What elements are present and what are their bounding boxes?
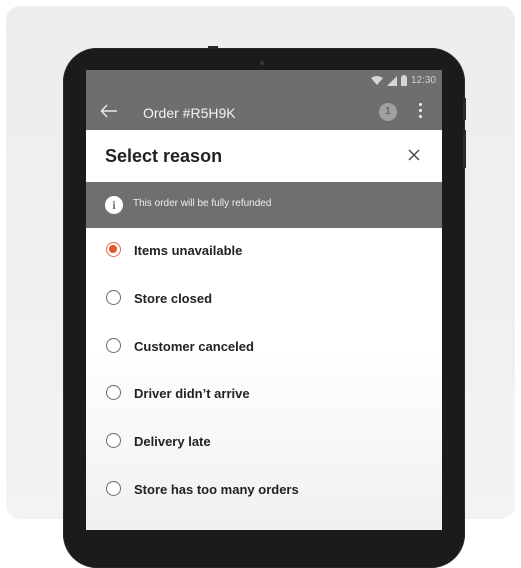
device-volume-up-button	[463, 98, 466, 120]
page-title: Order #R5H9K	[143, 105, 236, 121]
refund-notice: i This order will be fully refunded	[86, 182, 442, 228]
arrow-left-icon[interactable]	[100, 103, 118, 121]
radio-button-selected[interactable]	[106, 242, 121, 257]
camera-dot	[260, 61, 264, 65]
more-vertical-icon[interactable]	[415, 101, 425, 121]
radio-button[interactable]	[106, 433, 121, 448]
sheet-title: Select reason	[105, 146, 223, 166]
notification-badge[interactable]: 1	[379, 103, 397, 121]
notice-text: This order will be fully refunded	[133, 198, 272, 209]
radio-button[interactable]	[106, 338, 121, 353]
option-items-unavailable[interactable]: Items unavailable	[86, 228, 442, 276]
radio-button[interactable]	[106, 290, 121, 305]
option-store-too-many-orders[interactable]: Store has too many orders	[86, 467, 442, 515]
option-driver-didnt-arrive[interactable]: Driver didn’t arrive	[86, 371, 442, 419]
signal-icon	[386, 75, 397, 86]
option-label: Delivery late	[134, 434, 211, 449]
wifi-icon	[370, 75, 383, 85]
close-icon[interactable]	[404, 145, 424, 165]
radio-button[interactable]	[106, 481, 121, 496]
radio-button[interactable]	[106, 385, 121, 400]
option-delivery-late[interactable]: Delivery late	[86, 419, 442, 467]
option-customer-canceled[interactable]: Customer canceled	[86, 324, 442, 372]
option-store-closed[interactable]: Store closed	[86, 276, 442, 324]
option-label: Store closed	[134, 291, 213, 306]
status-bar: 12:30	[86, 70, 442, 92]
option-label: Items unavailable	[134, 243, 243, 258]
option-label: Store has too many orders	[134, 482, 299, 497]
device-screen: 12:30 Order #R5H9K 1 Select reason i Thi…	[86, 70, 442, 530]
device-volume-down-button	[463, 130, 466, 168]
reason-sheet: Select reason i This order will be fully…	[86, 130, 442, 530]
option-label: Customer canceled	[134, 339, 254, 354]
info-icon: i	[105, 196, 123, 214]
option-label: Driver didn’t arrive	[134, 386, 250, 401]
app-bar: Order #R5H9K 1	[86, 92, 442, 132]
sheet-header: Select reason	[86, 130, 442, 182]
status-time: 12:30	[410, 75, 436, 86]
battery-icon	[400, 75, 407, 86]
